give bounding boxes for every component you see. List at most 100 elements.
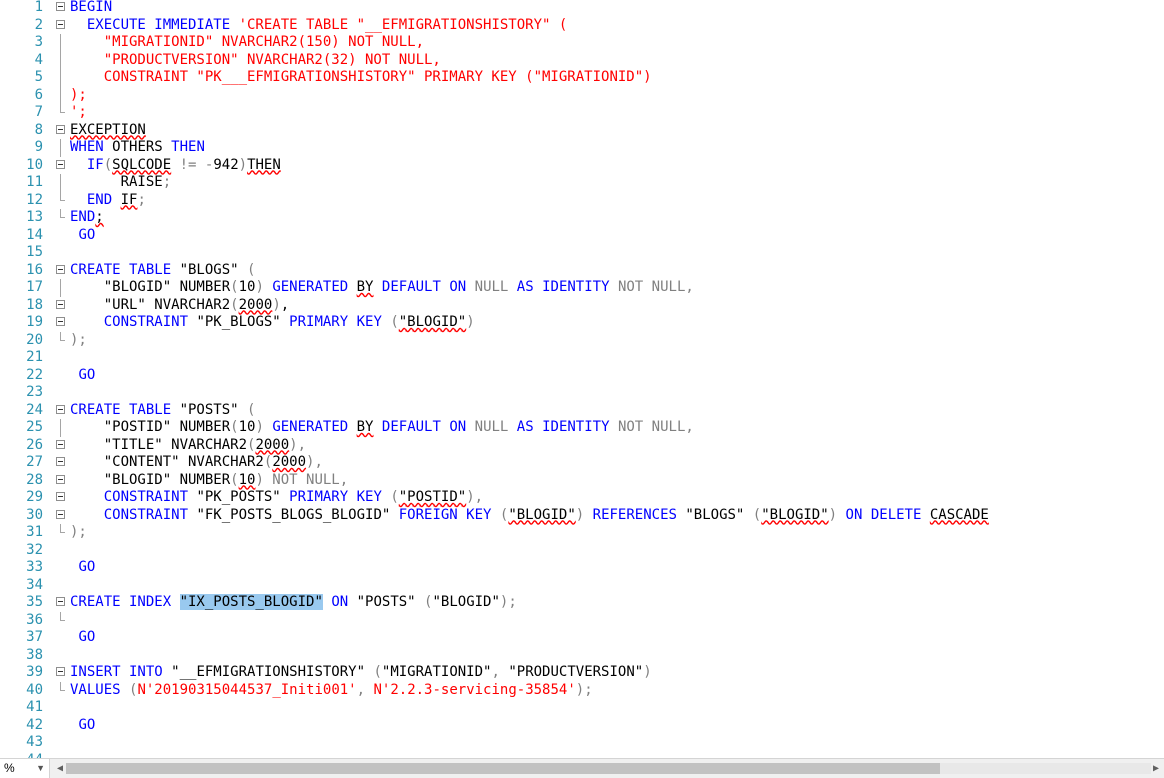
code-token: ) (828, 506, 838, 523)
fold-end-guide (60, 331, 65, 341)
code-line[interactable]: 30 CONSTRAINT "FK_POSTS_BLOGS_BLOGID" FO… (0, 507, 1164, 525)
collapse-icon[interactable] (56, 667, 65, 676)
code-token: CONSTRAINT (103, 506, 197, 523)
code-token: "BLOGID" (398, 314, 467, 330)
fold-gutter (55, 157, 69, 175)
collapse-icon[interactable] (56, 124, 65, 134)
code-text: GO (70, 227, 95, 245)
fold-gutter (55, 437, 69, 455)
code-token: ; (162, 174, 172, 190)
collapse-icon[interactable] (56, 264, 65, 274)
collapse-icon[interactable] (56, 474, 65, 484)
code-text: GO (70, 629, 95, 647)
code-line[interactable]: 37 GO (0, 629, 1164, 647)
collapse-icon[interactable] (56, 317, 65, 326)
sql-editor[interactable]: 1 BEGIN 2 EXECUTE IMMEDIATE 'CREATE TABLE … (0, 0, 1164, 758)
code-line[interactable]: 32 (0, 542, 1164, 560)
line-number: 16 (26, 261, 43, 278)
collapse-icon[interactable] (56, 19, 65, 29)
collapse-icon[interactable] (56, 509, 65, 519)
code-line[interactable]: 27 "CONTENT" NVARCHAR2(2000), (0, 454, 1164, 472)
fold-gutter (55, 69, 69, 87)
code-line[interactable]: 38 (0, 647, 1164, 665)
code-line[interactable]: 26 "TITLE" NVARCHAR2(2000), (0, 437, 1164, 455)
code-line[interactable]: 17 "BLOGID" NUMBER(10) GENERATED BY DEFA… (0, 279, 1164, 297)
code-token: END (86, 191, 121, 208)
scrollbar-thumb[interactable] (66, 763, 940, 774)
code-line[interactable]: 6); (0, 86, 1164, 104)
code-line[interactable]: 43 (0, 734, 1164, 752)
code-line[interactable]: 40 VALUES (N'20190315044537_Initi001', N'… (0, 681, 1164, 700)
code-token: N'2.2.3-servicing-35854' (373, 681, 576, 698)
code-line[interactable]: 2 EXECUTE IMMEDIATE 'CREATE TABLE "__EFM… (0, 17, 1164, 35)
code-line[interactable]: 18 "URL" NVARCHAR2(2000), (0, 297, 1164, 315)
code-token: "PK_BLOGS" (196, 314, 290, 330)
scroll-left-arrow-icon[interactable]: ◀ (54, 759, 66, 778)
line-number: 6 (34, 86, 43, 103)
collapse-icon[interactable] (56, 159, 65, 169)
code-line[interactable]: 19 CONSTRAINT "PK_BLOGS" PRIMARY KEY ("B… (0, 314, 1164, 332)
code-line[interactable]: 39 INSERT INTO "__EFMIGRATIONSHISTORY" ("… (0, 664, 1164, 682)
code-text: VALUES (N'20190315044537_Initi001', N'2.… (70, 682, 593, 700)
code-line[interactable]: 16 CREATE TABLE "BLOGS" ( (0, 262, 1164, 280)
code-line[interactable]: 4 "PRODUCTVERSION" NVARCHAR2(32) NOT NUL… (0, 51, 1164, 69)
line-number: 39 (26, 664, 43, 680)
code-line[interactable]: 11 RAISE; (0, 174, 1164, 192)
collapse-icon[interactable] (56, 597, 65, 606)
code-line[interactable]: 12 END IF; (0, 191, 1164, 210)
collapse-icon[interactable] (56, 457, 65, 466)
code-line[interactable]: 41 (0, 699, 1164, 717)
collapse-icon[interactable] (56, 404, 65, 414)
code-line[interactable]: 28 "BLOGID" NUMBER(10) NOT NULL, (0, 472, 1164, 490)
code-line[interactable]: 23 (0, 384, 1164, 402)
code-line[interactable]: 24 CREATE TABLE "POSTS" ( (0, 402, 1164, 420)
collapse-icon[interactable] (56, 439, 65, 449)
code-line[interactable]: 20); (0, 331, 1164, 350)
collapse-icon[interactable] (56, 492, 65, 501)
fold-guide (60, 419, 61, 437)
collapse-icon[interactable] (56, 299, 65, 309)
code-line[interactable]: 14 GO (0, 227, 1164, 245)
scroll-right-arrow-icon[interactable]: ▶ (1150, 759, 1162, 778)
code-line[interactable]: 35 CREATE INDEX "IX_POSTS_BLOGID" ON "POS… (0, 594, 1164, 612)
code-line[interactable]: 1 BEGIN (0, 0, 1164, 17)
code-text: "POSTID" NUMBER(10) GENERATED BY DEFAULT… (70, 419, 694, 437)
code-line[interactable]: 36 (0, 611, 1164, 630)
code-line[interactable]: 7 '; (0, 104, 1164, 122)
code-line[interactable]: 29 CONSTRAINT "PK_POSTS" PRIMARY KEY ("P… (0, 489, 1164, 507)
code-line[interactable]: 34 (0, 577, 1164, 595)
zoom-dropdown[interactable]: % ▼ (0, 759, 50, 778)
code-line[interactable]: 9 WHEN OTHERS THEN (0, 139, 1164, 157)
code-token: ( (373, 664, 382, 680)
fold-gutter (55, 51, 69, 69)
code-line[interactable]: 5 CONSTRAINT "PK___EFMIGRATIONSHISTORY" … (0, 69, 1164, 87)
code-line[interactable]: 31); (0, 524, 1164, 542)
fold-gutter (55, 611, 69, 630)
fold-guide (60, 34, 61, 52)
line-number: 27 (26, 454, 43, 470)
code-line[interactable]: 21 (0, 349, 1164, 367)
fold-gutter (55, 542, 69, 560)
code-line[interactable]: 13 END; (0, 209, 1164, 227)
horizontal-scrollbar[interactable] (66, 763, 1151, 774)
code-line[interactable]: 10 IF(SQLCODE != -942)THEN (0, 157, 1164, 175)
code-text: '; (70, 104, 87, 122)
code-token: ON DELETE (845, 506, 930, 523)
code-line[interactable]: 22 GO (0, 367, 1164, 385)
code-line[interactable]: 25 "POSTID" NUMBER(10) GENERATED BY DEFA… (0, 419, 1164, 437)
line-number: 32 (26, 541, 43, 558)
code-token: CREATE TABLE (70, 261, 180, 278)
code-line[interactable]: 42 GO (0, 717, 1164, 735)
fold-gutter (55, 314, 69, 332)
code-line[interactable]: 15 (0, 244, 1164, 262)
code-line[interactable]: 33 GO (0, 559, 1164, 577)
code-line[interactable]: 3 "MIGRATIONID" NVARCHAR2(150) NOT NULL, (0, 34, 1164, 52)
code-token: ) (466, 314, 475, 330)
fold-gutter (55, 104, 69, 122)
code-token: "POSTS" (179, 401, 248, 418)
line-number: 7 (34, 104, 43, 120)
collapse-icon[interactable] (56, 2, 65, 11)
zoom-value: % (4, 761, 15, 775)
code-line[interactable]: 8 EXCEPTION (0, 122, 1164, 140)
